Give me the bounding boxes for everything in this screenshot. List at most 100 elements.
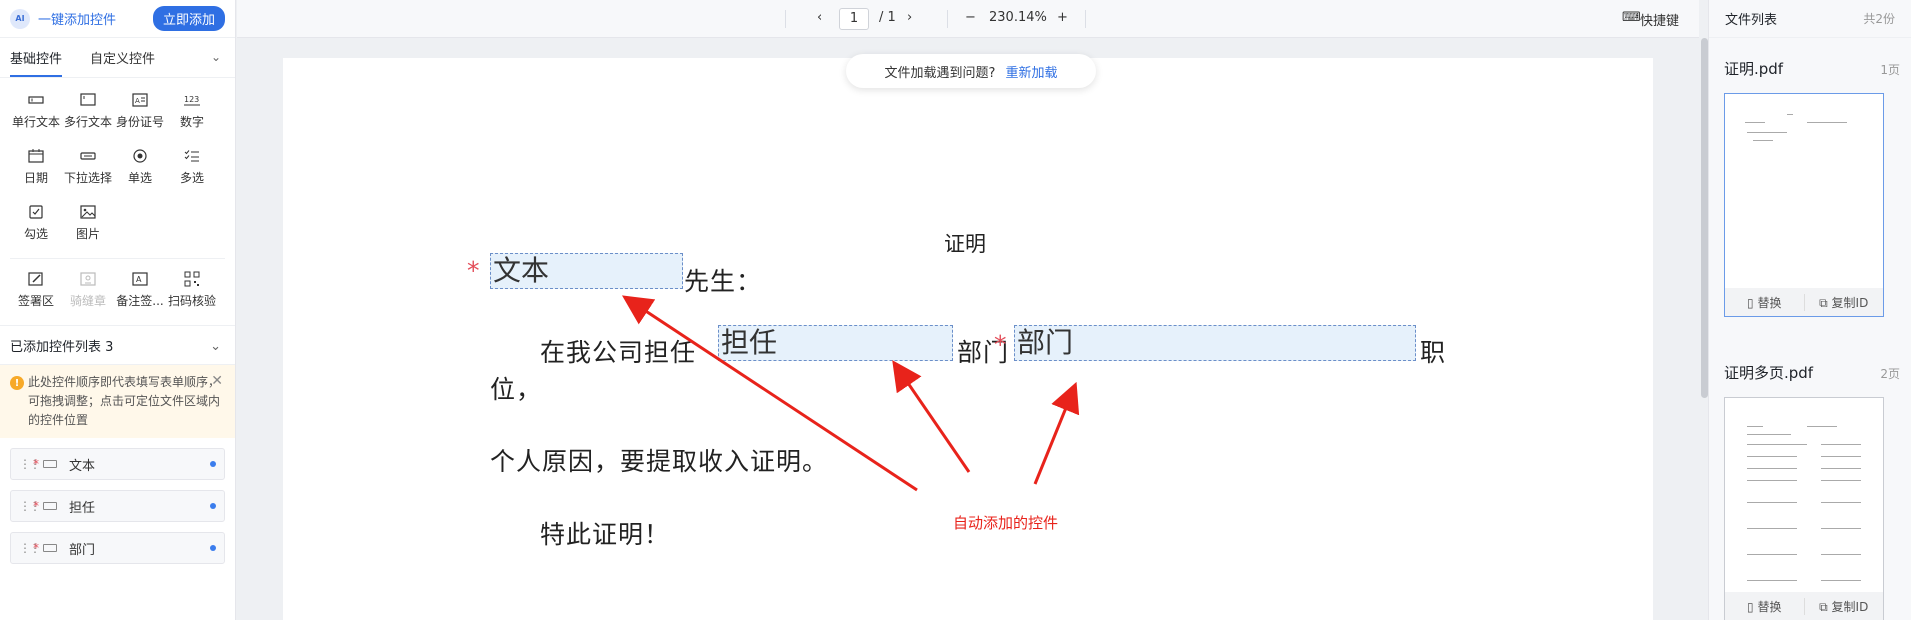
page-input[interactable]: 1 xyxy=(839,8,869,30)
radio-icon xyxy=(131,148,149,164)
control-label: 图片 xyxy=(75,227,100,241)
required-mark: * xyxy=(33,541,39,555)
thumb-actions: ▯ 替换 ⧉ 复制ID xyxy=(1725,288,1883,316)
control-note-sign[interactable]: A 备注签... xyxy=(114,271,166,313)
file-thumbnail[interactable]: ▯ 替换 ⧉ 复制ID xyxy=(1724,93,1884,317)
thumb-actions: ▯ 替换 ⧉ 复制ID xyxy=(1725,592,1883,620)
reload-link[interactable]: 重新加载 xyxy=(1005,62,1057,81)
chevron-down-icon[interactable]: ⌄ xyxy=(211,50,221,64)
required-mark: * xyxy=(33,499,39,513)
added-item-role[interactable]: ⋮⋮ * 担任 xyxy=(10,490,225,522)
added-item-label: 文本 xyxy=(69,458,96,474)
control-label: 日期 xyxy=(23,171,48,185)
doc-text-line1: 先生： xyxy=(684,267,763,296)
note-sign-icon: A xyxy=(131,271,149,287)
status-dot xyxy=(210,545,216,551)
control-label: 多行文本 xyxy=(63,115,112,129)
basic-controls-grid: 单行文本 多行文本 A 身份证号 123 数字 日期 下拉选择 单选 多选 勾选… xyxy=(0,78,235,246)
control-label: 数字 xyxy=(179,115,204,129)
file-name: 证明.pdf xyxy=(1724,60,1784,78)
added-item-dept[interactable]: ⋮⋮ * 部门 xyxy=(10,532,225,564)
sign-controls-grid: 签署区 骑缝章 A 备注签... 扫码核验 xyxy=(0,271,235,313)
tab-basic-controls[interactable]: 基础控件 xyxy=(10,38,63,77)
order-notice: ! 此处控件顺序即代表填写表单顺序，可拖拽调整；点击可定位文件区域内的控件位置 … xyxy=(0,365,235,438)
doc-text-line3: 位， xyxy=(490,375,543,404)
file-item[interactable]: 证明多页.pdf 2页 ▯ 替换 ⧉ 复制ID xyxy=(1724,362,1900,620)
control-label: 勾选 xyxy=(23,227,48,241)
control-label: 多选 xyxy=(179,171,204,185)
svg-text:123: 123 xyxy=(184,95,199,104)
control-image[interactable]: 图片 xyxy=(62,204,114,246)
prev-page-icon[interactable]: ‹ xyxy=(817,10,822,25)
file-list-panel: 文件列表 共2份 证明.pdf 1页 ▯ 替换 ⧉ 复制ID 证明多页.pdf … xyxy=(1708,0,1911,620)
next-page-icon[interactable]: › xyxy=(907,10,912,25)
zoom-in-icon[interactable]: + xyxy=(1057,10,1068,25)
warning-icon: ! xyxy=(10,376,24,390)
sign-area-icon xyxy=(27,271,45,287)
text-field-icon xyxy=(43,502,57,510)
checkbox-icon xyxy=(27,204,45,220)
viewer-toolbar: ‹ 1 / 1 › − 230.14% + ⌨ 快捷键 xyxy=(237,0,1699,38)
close-icon[interactable]: ✕ xyxy=(211,372,223,391)
control-number[interactable]: 123 数字 xyxy=(166,92,218,134)
control-dropdown[interactable]: 下拉选择 xyxy=(62,148,114,190)
keyboard-icon: ⌨ xyxy=(1622,10,1641,25)
chevron-down-icon[interactable]: ⌄ xyxy=(210,339,221,354)
text-field-icon xyxy=(43,460,57,468)
copy-id-button[interactable]: ⧉ 复制ID xyxy=(1803,293,1884,311)
control-qr-scan[interactable]: 扫码核验 xyxy=(166,271,218,313)
one-click-add-label: 一键添加控件 xyxy=(38,13,117,28)
doc-text-line2-suffix: 职 xyxy=(1420,338,1447,367)
document-title: 证明 xyxy=(944,232,986,256)
drag-handle-icon[interactable]: ⋮⋮ xyxy=(19,499,41,513)
control-multi-select[interactable]: 多选 xyxy=(166,148,218,190)
status-dot xyxy=(210,503,216,509)
multi-select-icon xyxy=(183,148,201,164)
control-checkbox[interactable]: 勾选 xyxy=(10,204,62,246)
doc-field-role[interactable]: 担任 xyxy=(718,325,953,361)
file-item[interactable]: 证明.pdf 1页 ▯ 替换 ⧉ 复制ID xyxy=(1724,58,1900,317)
control-label: 单行文本 xyxy=(11,115,60,129)
control-multi-line-text[interactable]: 多行文本 xyxy=(62,92,114,134)
replace-button[interactable]: ▯ 替换 xyxy=(1725,294,1804,311)
added-item-label: 担任 xyxy=(69,500,96,516)
control-id-card[interactable]: A 身份证号 xyxy=(114,92,166,134)
page-count: 2页 xyxy=(1880,367,1900,381)
auto-add-bar: AI 一键添加控件 立即添加 xyxy=(0,0,235,38)
drag-handle-icon[interactable]: ⋮⋮ xyxy=(19,457,41,471)
control-radio[interactable]: 单选 xyxy=(114,148,166,190)
viewer-scrollbar[interactable] xyxy=(1701,38,1708,398)
copy-id-button[interactable]: ⧉ 复制ID xyxy=(1803,597,1884,615)
shortcut-button[interactable]: 快捷键 xyxy=(1640,10,1679,29)
divider xyxy=(10,258,225,259)
control-single-line-text[interactable]: 单行文本 xyxy=(10,92,62,134)
ai-icon: AI xyxy=(10,8,30,29)
replace-button[interactable]: ▯ 替换 xyxy=(1725,598,1804,615)
control-panel: AI 一键添加控件 立即添加 基础控件 自定义控件 ⌄ 单行文本 多行文本 A … xyxy=(0,0,236,620)
file-list-title: 文件列表 xyxy=(1725,13,1778,28)
zoom-level: 230.14% xyxy=(989,10,1047,25)
required-mark: * xyxy=(33,457,39,471)
status-dot xyxy=(210,461,216,467)
file-thumbnail[interactable]: ▯ 替换 ⧉ 复制ID xyxy=(1724,397,1884,620)
tab-custom-controls[interactable]: 自定义控件 xyxy=(90,38,155,77)
drag-handle-icon[interactable]: ⋮⋮ xyxy=(19,541,41,555)
control-sign-area[interactable]: 签署区 xyxy=(10,271,62,313)
required-mark: * xyxy=(994,330,1007,359)
add-now-button[interactable]: 立即添加 xyxy=(152,6,225,31)
multi-line-text-icon xyxy=(79,92,97,108)
control-seal: 骑缝章 xyxy=(62,271,114,313)
added-controls-header[interactable]: 已添加控件列表 3 ⌄ xyxy=(0,325,235,365)
zoom-out-icon[interactable]: − xyxy=(965,10,976,25)
file-count: 共2份 xyxy=(1863,12,1895,26)
divider xyxy=(1085,10,1086,28)
doc-text-line4: 个人原因，要提取收入证明。 xyxy=(490,447,829,476)
added-item-text[interactable]: ⋮⋮ * 文本 xyxy=(10,448,225,480)
added-item-label: 部门 xyxy=(69,542,96,558)
doc-text-line2-prefix: 在我公司担任 xyxy=(540,338,697,367)
text-field-icon xyxy=(43,544,57,552)
doc-field-text[interactable]: 文本 xyxy=(490,253,683,289)
doc-field-dept[interactable]: 部门 xyxy=(1014,325,1416,361)
control-date[interactable]: 日期 xyxy=(10,148,62,190)
number-icon: 123 xyxy=(183,92,201,108)
